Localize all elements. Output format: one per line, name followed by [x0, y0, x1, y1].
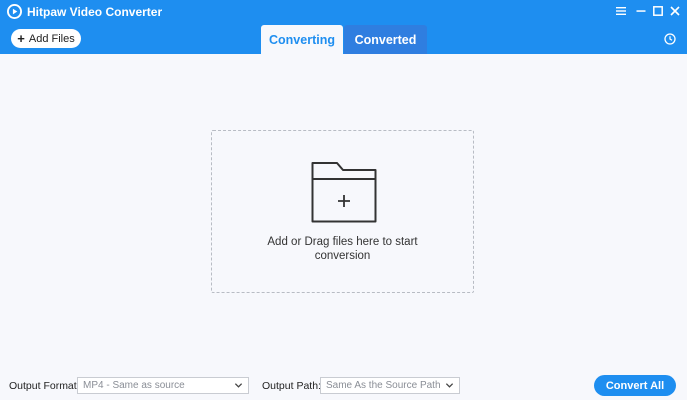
- drop-zone-line1: Add or Drag files here to start: [267, 236, 418, 248]
- title-bar: Hitpaw Video Converter: [0, 0, 687, 24]
- drop-zone-line2: conversion: [314, 250, 371, 262]
- tab-converted[interactable]: Converted: [344, 25, 427, 54]
- output-path-label: Output Path:: [262, 380, 321, 392]
- chevron-down-icon: [445, 383, 454, 388]
- add-files-button[interactable]: + Add Files: [11, 29, 81, 48]
- history-clock-icon[interactable]: [664, 33, 676, 45]
- plus-icon: +: [17, 31, 25, 46]
- app-title: Hitpaw Video Converter: [27, 5, 163, 19]
- convert-all-button[interactable]: Convert All: [594, 375, 676, 396]
- output-path-value: Same As the Source Path: [326, 380, 441, 391]
- output-format-select[interactable]: MP4 - Same as source: [77, 377, 249, 394]
- output-format-value: MP4 - Same as source: [83, 380, 185, 391]
- hamburger-menu-icon[interactable]: [614, 4, 628, 18]
- tab-converting[interactable]: Converting: [261, 25, 343, 54]
- close-icon[interactable]: [668, 4, 682, 18]
- output-format-label: Output Format:: [9, 380, 80, 392]
- maximize-icon[interactable]: [651, 4, 665, 18]
- output-path-select[interactable]: Same As the Source Path: [320, 377, 460, 394]
- add-files-label: Add Files: [28, 32, 75, 45]
- drop-zone-text: Add or Drag files here to start conversi…: [212, 235, 473, 263]
- app-logo-icon: [7, 4, 22, 19]
- footer-bar: Output Format: MP4 - Same as source Outp…: [0, 372, 687, 400]
- chevron-down-icon: [234, 383, 243, 388]
- drop-zone[interactable]: Add or Drag files here to start conversi…: [211, 130, 474, 293]
- minimize-icon[interactable]: [634, 4, 648, 18]
- header-bar: Hitpaw Video Converter + Add Files Conve…: [0, 0, 687, 54]
- folder-add-icon: [311, 162, 377, 223]
